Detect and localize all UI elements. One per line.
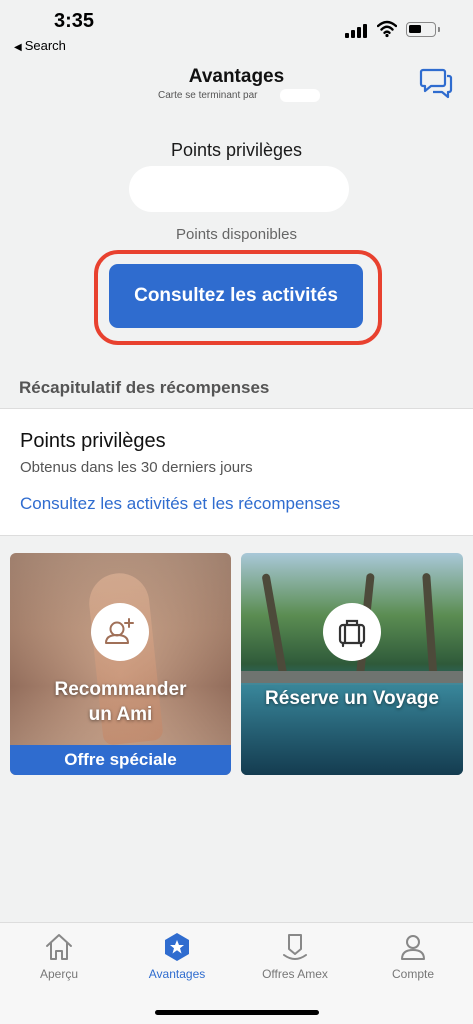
add-person-icon xyxy=(91,603,149,661)
nav-amex-offers-label: Offres Amex xyxy=(262,967,328,981)
nav-amex-offers[interactable]: Offres Amex xyxy=(240,931,350,991)
back-label: Search xyxy=(24,38,66,53)
offer-tag-icon xyxy=(283,934,307,960)
nav-benefits-label: Avantages xyxy=(148,967,206,981)
points-available-label: Points disponibles xyxy=(176,226,297,243)
refer-friend-label-line2: un Ami xyxy=(88,704,153,725)
chat-bubbles-icon[interactable] xyxy=(419,64,455,100)
points-value-redacted xyxy=(129,166,349,212)
book-travel-tile[interactable]: Réserve un Voyage xyxy=(241,553,463,775)
recap-subtitle: Obtenus dans les 30 derniers jours xyxy=(20,459,253,476)
cellular-signal-icon xyxy=(345,24,369,38)
nav-benefits[interactable]: Avantages xyxy=(122,931,232,991)
rewards-summary-card: Points privilèges Obtenus dans les 30 de… xyxy=(0,408,473,536)
book-travel-label: Réserve un Voyage xyxy=(265,688,439,709)
battery-icon xyxy=(406,22,440,37)
status-bar: 3:35 ◀ Search xyxy=(0,0,473,56)
wifi-icon xyxy=(377,20,397,38)
refer-friend-label-line1: Recommander xyxy=(54,679,187,700)
star-badge-icon xyxy=(165,933,189,961)
page-title: Avantages xyxy=(188,66,285,87)
palm-tree xyxy=(422,572,438,684)
recap-title: Points privilèges xyxy=(20,430,166,452)
person-icon xyxy=(401,935,425,960)
status-time: 3:35 xyxy=(54,10,95,32)
back-to-search-link[interactable]: ◀ Search xyxy=(14,38,66,53)
home-indicator xyxy=(155,1010,319,1015)
points-title: Points privilèges xyxy=(170,140,303,160)
nav-overview[interactable]: Aperçu xyxy=(4,931,114,991)
bottom-nav: Aperçu Avantages Offres Amex Compte xyxy=(0,922,473,1024)
back-triangle-icon: ◀ xyxy=(14,42,22,53)
home-icon xyxy=(46,934,72,960)
nav-overview-label: Aperçu xyxy=(39,967,79,981)
card-number-redacted xyxy=(280,89,320,102)
view-activities-rewards-link[interactable]: Consultez les activités et les récompens… xyxy=(20,494,340,514)
rewards-summary-heading: Récapitulatif des récompenses xyxy=(19,378,270,397)
nav-account-label: Compte xyxy=(391,967,435,981)
view-activities-button[interactable]: Consultez les activités xyxy=(109,264,363,328)
nav-account[interactable]: Compte xyxy=(358,931,468,991)
palm-tree xyxy=(261,573,289,683)
card-ending-label: Carte se terminant par xyxy=(158,90,258,101)
refer-friend-tile[interactable]: Recommander un Ami Offre spéciale xyxy=(10,553,231,775)
special-offer-badge: Offre spéciale xyxy=(10,745,231,775)
suitcase-icon xyxy=(323,603,381,661)
